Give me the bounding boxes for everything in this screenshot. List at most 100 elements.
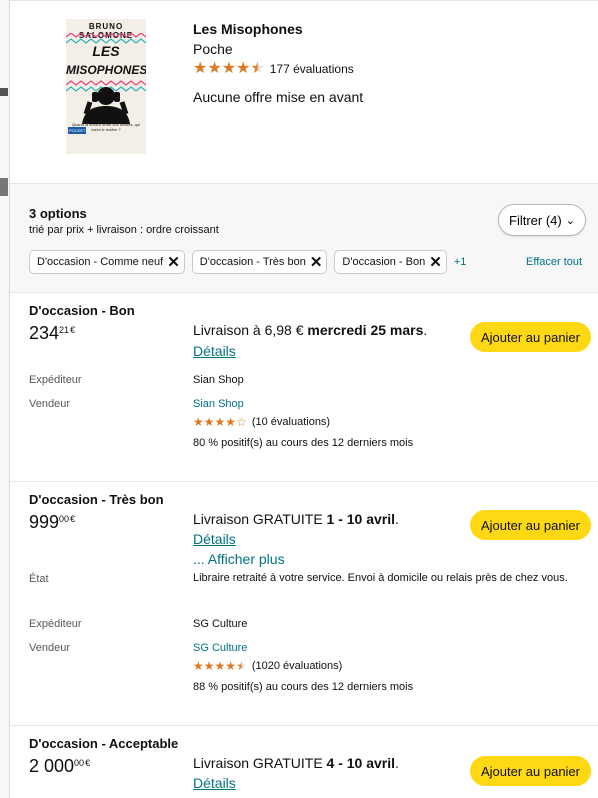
filter-chip-label: D'occasion - Bon (342, 256, 426, 268)
seller-rating-stars: ★ ★ ★ ★ ☆ (193, 416, 247, 428)
shipper-label: Expéditeur (29, 618, 82, 630)
state-note: Libraire retraité à votre service. Envoi… (193, 572, 568, 584)
price-fraction: 00 (59, 514, 70, 524)
delivery-date: 1 - 10 avril (326, 511, 396, 527)
filter-chip-label: D'occasion - Très bon (199, 256, 306, 268)
offer-delivery: Livraison à 6,98 € mercredi 25 mars. (193, 322, 427, 338)
delivery-suffix: . (423, 322, 428, 338)
more-filters-link[interactable]: +1 (454, 256, 467, 268)
star-half-icon: ★ (250, 60, 265, 77)
offer-price: 234 21 € (29, 323, 75, 344)
offer-price: 2 000 00 € (29, 756, 90, 777)
price-fraction: 00 (74, 758, 85, 768)
cover-silhouette (82, 87, 130, 124)
product-format: Poche (193, 41, 233, 57)
seller-label: Vendeur (29, 642, 70, 654)
offer-condition: D'occasion - Très bon (29, 492, 164, 507)
seller-link[interactable]: SG Culture (193, 642, 247, 654)
seller-reviews-count: (1020 évaluations) (251, 660, 343, 672)
shipper-value: SG Culture (193, 618, 248, 630)
filter-chip-comme-neuf[interactable]: D'occasion - Comme neuf ✕ (29, 250, 185, 274)
star-empty-icon: ☆ (236, 415, 247, 429)
price-whole: 234 (29, 323, 60, 343)
delivery-prefix: Livraison GRATUITE (193, 755, 327, 771)
sort-description: trié par prix + livraison : ordre croiss… (29, 224, 219, 236)
add-to-cart-button[interactable]: Ajouter au panier (470, 756, 591, 786)
clear-all-filters-link[interactable]: Effacer tout (526, 256, 582, 268)
delivery-prefix: Livraison à 6,98 € (193, 322, 308, 338)
offer-card: D'occasion - Bon 234 21 € Livraison à 6,… (10, 293, 598, 482)
no-featured-offer-text: Aucune offre mise en avant (193, 89, 364, 105)
chevron-down-icon: ⌄ (565, 214, 575, 227)
background-mark (0, 178, 8, 196)
star-full-icon: ★ (193, 415, 204, 429)
price-currency: € (70, 514, 76, 524)
star-full-icon: ★ (203, 659, 215, 673)
product-title[interactable]: Les Misophones (193, 21, 303, 37)
offer-card: D'occasion - Très bon 999 00 € Livraison… (10, 482, 598, 726)
details-link[interactable]: Détails (193, 343, 236, 359)
seller-rating[interactable]: ★ ★ ★ ★ ☆ (10 évaluations) (193, 416, 330, 428)
star-full-icon: ★ (214, 659, 226, 673)
close-icon[interactable]: ✕ (167, 253, 180, 271)
price-whole: 2 000 (29, 756, 75, 776)
price-currency: € (70, 325, 76, 335)
cover-title-line1: LES (92, 43, 120, 59)
offer-card: D'occasion - Acceptable 2 000 00 € Livra… (10, 726, 598, 798)
product-rating-stars: ★ ★ ★ ★ ★ (193, 61, 265, 77)
star-full-icon: ★ (214, 415, 226, 429)
details-link[interactable]: Détails (193, 775, 236, 791)
star-full-icon: ★ (221, 60, 237, 77)
seller-rating-stars: ★ ★ ★ ★ ★ (193, 660, 247, 672)
filter-button-label: Filtrer (4) (509, 212, 562, 228)
filter-chips: D'occasion - Comme neuf ✕ D'occasion - T… (29, 250, 466, 274)
seller-label: Vendeur (29, 398, 70, 410)
star-full-icon: ★ (203, 415, 215, 429)
filter-chip-label: D'occasion - Comme neuf (37, 256, 164, 268)
close-icon[interactable]: ✕ (429, 253, 442, 271)
seller-link[interactable]: Sian Shop (193, 398, 244, 410)
filter-chip-bon[interactable]: D'occasion - Bon ✕ (334, 250, 447, 274)
seller-rating[interactable]: ★ ★ ★ ★ ★ (1020 évaluations) (193, 660, 342, 672)
star-full-icon: ★ (236, 60, 251, 77)
product-rating[interactable]: ★ ★ ★ ★ ★ 177 évaluations (193, 61, 354, 77)
delivery-date: 4 - 10 avril (326, 755, 396, 771)
shipper-label: Expéditeur (29, 374, 82, 386)
delivery-suffix: . (395, 511, 399, 527)
options-summary: 3 options trié par prix + livraison : or… (10, 183, 598, 293)
offer-condition: D'occasion - Acceptable (29, 736, 179, 751)
show-more-link[interactable]: ... Afficher plus (193, 551, 285, 567)
background-mark (0, 88, 8, 96)
star-full-icon: ★ (225, 659, 237, 673)
product-rating-count: 177 évaluations (269, 62, 354, 76)
offer-delivery: Livraison GRATUITE 4 - 10 avril. (193, 755, 399, 771)
add-to-cart-button[interactable]: Ajouter au panier (470, 322, 591, 352)
product-header: BRUNO SALOMONE LES MISOPHONES Quand la t… (10, 0, 598, 183)
price-fraction: 21 (59, 325, 70, 335)
filter-button[interactable]: Filtrer (4) ⌄ (498, 204, 586, 236)
star-full-icon: ★ (207, 60, 222, 77)
delivery-prefix: Livraison GRATUITE (193, 511, 327, 527)
cover-publisher-logo: POCKET (68, 127, 87, 134)
book-cover-image[interactable]: BRUNO SALOMONE LES MISOPHONES Quand la t… (66, 19, 146, 154)
shipper-value: Sian Shop (193, 374, 244, 386)
delivery-suffix: . (395, 755, 399, 771)
price-whole: 999 (29, 512, 60, 532)
details-link[interactable]: Détails (193, 531, 236, 547)
seller-reviews-count: (10 évaluations) (251, 416, 331, 428)
filter-chip-tres-bon[interactable]: D'occasion - Très bon ✕ (191, 250, 328, 274)
add-to-cart-button[interactable]: Ajouter au panier (470, 510, 591, 540)
seller-positive-rate: 80 % positif(s) au cours des 12 derniers… (193, 437, 414, 449)
star-full-icon: ★ (225, 415, 237, 429)
delivery-date: mercredi 25 mars (307, 322, 424, 338)
options-count: 3 options (29, 206, 87, 221)
star-half-icon: ★ (236, 659, 247, 673)
price-currency: € (85, 758, 91, 768)
state-label: État (29, 573, 49, 585)
offer-price: 999 00 € (29, 512, 75, 533)
star-full-icon: ★ (193, 659, 204, 673)
cover-title-line2: MISOPHONES (66, 63, 146, 77)
star-full-icon: ★ (193, 60, 208, 77)
close-icon[interactable]: ✕ (310, 253, 323, 271)
offers-panel: BRUNO SALOMONE LES MISOPHONES Quand la t… (10, 0, 598, 798)
